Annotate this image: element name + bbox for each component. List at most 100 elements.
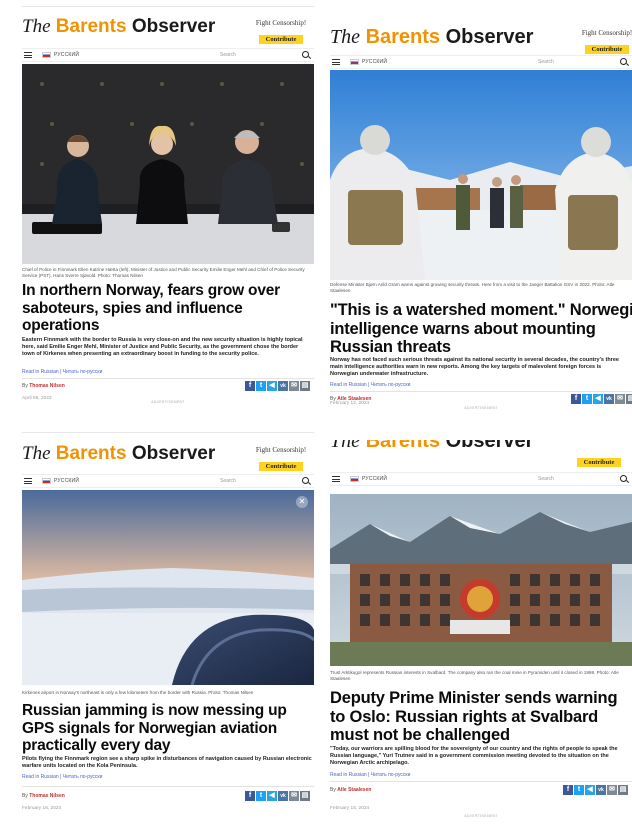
vk-icon[interactable]: vk — [604, 394, 614, 404]
telegram-icon[interactable]: ◀ — [267, 791, 277, 801]
byline: By Thomas Nilsen — [22, 793, 65, 799]
telegram-icon[interactable]: ◀ — [267, 381, 277, 391]
photo-caption: Kirkenes airport in Norway's northeast i… — [22, 690, 254, 695]
article-headline[interactable]: In northern Norway, fears grow over sabo… — [22, 282, 314, 335]
fight-censorship-box: Fight Censorship! Contribute — [581, 29, 632, 54]
search-icon[interactable] — [618, 473, 630, 485]
author-link[interactable]: Atle Staalesen — [337, 787, 371, 793]
email-icon[interactable]: ✉ — [289, 381, 299, 391]
divider — [22, 378, 314, 379]
search-input[interactable]: Search — [538, 59, 618, 65]
menu-icon[interactable] — [24, 52, 32, 58]
article-card-1: The Barents Observer Fight Censorship! C… — [22, 6, 314, 406]
contribute-button[interactable]: Contribute — [258, 35, 304, 44]
language-link[interactable]: РУССКИЙ — [362, 59, 387, 65]
facebook-icon[interactable]: f — [245, 791, 255, 801]
read-in-russian-link[interactable]: Read in Russian | Читать по-русски — [22, 774, 102, 780]
author-link[interactable]: Thomas Nilsen — [29, 383, 65, 389]
soldiers-snow-photo — [330, 70, 632, 280]
language-link[interactable]: РУССКИЙ — [54, 52, 79, 58]
search-input[interactable]: Search — [220, 52, 300, 58]
search-icon[interactable] — [618, 56, 630, 68]
telegram-icon[interactable]: ◀ — [585, 785, 595, 795]
article-lead: Eastern Finnmark with the border to Russ… — [22, 337, 303, 357]
article-photo[interactable]: ✕ — [22, 490, 314, 685]
email-icon[interactable]: ✉ — [289, 791, 299, 801]
facebook-icon[interactable]: f — [245, 381, 255, 391]
menu-icon[interactable] — [332, 476, 340, 482]
nav-bar: РУССКИЙ Search — [330, 472, 632, 486]
fight-censorship-box: Fight Censorship! Contribute — [255, 446, 307, 471]
article-headline[interactable]: Russian jamming is now messing up GPS si… — [22, 702, 314, 755]
read-in-russian-link[interactable]: Read in Russian | Читать по-русски — [330, 772, 410, 778]
facebook-icon[interactable]: f — [563, 785, 573, 795]
contribute-button[interactable]: Contribute — [258, 462, 304, 471]
site-logo[interactable]: The Barents Observer — [330, 440, 533, 452]
fight-censorship-box: Contribute — [568, 451, 630, 469]
twitter-icon[interactable]: t — [582, 394, 592, 404]
russian-flag-icon[interactable] — [350, 476, 359, 482]
twitter-icon[interactable]: t — [256, 381, 266, 391]
facebook-icon[interactable]: f — [571, 394, 581, 404]
contribute-button[interactable]: Contribute — [584, 45, 630, 54]
article-lead: "Today, our warriors are spilling blood … — [330, 746, 618, 766]
print-icon[interactable]: ▤ — [300, 791, 310, 801]
nav-bar: РУССКИЙ Search — [22, 48, 314, 62]
twitter-icon[interactable]: t — [256, 791, 266, 801]
article-headline[interactable]: "This is a watershed moment." Norwegian … — [330, 301, 632, 357]
russian-flag-icon[interactable] — [350, 59, 359, 65]
search-input[interactable]: Search — [538, 476, 618, 482]
article-lead: Pilots flying the Finnmark region see a … — [22, 756, 312, 769]
divider — [22, 786, 314, 787]
site-logo[interactable]: The Barents Observer — [22, 16, 215, 38]
vk-icon[interactable]: vk — [278, 791, 288, 801]
language-link[interactable]: РУССКИЙ — [362, 476, 387, 482]
vk-icon[interactable]: vk — [596, 785, 606, 795]
article-card-3: The Barents Observer Fight Censorship! C… — [22, 432, 314, 820]
telegram-icon[interactable]: ◀ — [593, 394, 603, 404]
site-logo[interactable]: The Barents Observer — [22, 443, 215, 465]
search-input[interactable]: Search — [220, 478, 300, 484]
article-photo[interactable] — [330, 494, 632, 666]
advertisement-label: ADVERTISEMENT — [464, 814, 498, 818]
site-logo[interactable]: The Barents Observer — [330, 26, 533, 48]
article-photo[interactable] — [330, 70, 632, 280]
share-bar: f t ◀ vk ✉ ▤ — [563, 785, 628, 795]
read-in-russian-link[interactable]: Read in Russian | Читать по-русски — [22, 369, 102, 375]
article-lead: Norway has not faced such serious threat… — [330, 357, 619, 377]
article-headline[interactable]: Deputy Prime Minister sends warning to O… — [330, 689, 632, 745]
search-icon[interactable] — [300, 475, 312, 487]
share-bar: f t ◀ vk ✉ ▤ — [245, 791, 310, 801]
police-press-photo — [22, 64, 314, 264]
byline: By Atle Staalesen — [330, 787, 372, 793]
divider — [330, 781, 632, 782]
russian-flag-icon[interactable] — [42, 478, 51, 484]
contribute-button[interactable]: Contribute — [576, 458, 622, 467]
email-icon[interactable]: ✉ — [615, 394, 625, 404]
print-icon[interactable]: ▤ — [300, 381, 310, 391]
russian-flag-icon[interactable] — [42, 52, 51, 58]
photo-caption: Chief of Police in Finnmark Ellen Katrin… — [22, 267, 305, 278]
article-photo[interactable] — [22, 64, 314, 264]
nav-bar: РУССКИЙ Search — [22, 474, 314, 488]
menu-icon[interactable] — [24, 478, 32, 484]
share-bar: f t ◀ vk ✉ ▤ — [245, 381, 310, 391]
share-bar: f t ◀ vk ✉ ▤ — [571, 394, 632, 404]
advertisement-label: ADVERTISEMENT — [464, 406, 498, 410]
divider — [330, 391, 632, 392]
photo-caption: Trust Arktikugol represents Russian inte… — [330, 670, 619, 681]
print-icon[interactable]: ▤ — [626, 394, 632, 404]
read-in-russian-link[interactable]: Read in Russian | Читать по-русски — [330, 382, 410, 388]
airplane-window-photo — [22, 490, 314, 685]
close-icon[interactable]: ✕ — [296, 496, 308, 508]
fight-censorship-box: Fight Censorship! Contribute — [255, 19, 307, 44]
email-icon[interactable]: ✉ — [607, 785, 617, 795]
search-icon[interactable] — [300, 49, 312, 61]
language-link[interactable]: РУССКИЙ — [54, 478, 79, 484]
menu-icon[interactable] — [332, 59, 340, 65]
vk-icon[interactable]: vk — [278, 381, 288, 391]
publish-date: February 15, 2024 — [330, 806, 370, 811]
author-link[interactable]: Thomas Nilsen — [29, 793, 65, 799]
twitter-icon[interactable]: t — [574, 785, 584, 795]
print-icon[interactable]: ▤ — [618, 785, 628, 795]
